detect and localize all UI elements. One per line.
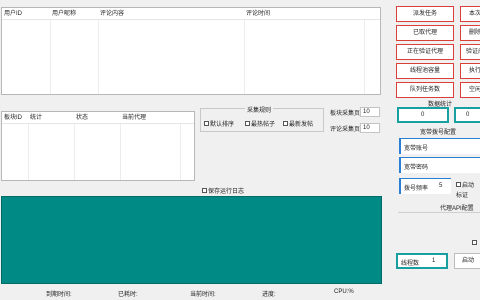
latest-posts-checkbox[interactable]: 最新发帖 — [283, 119, 313, 128]
thread-pool-button[interactable]: 线程池容量 — [396, 63, 454, 79]
post-task-button[interactable]: 派发任务 — [396, 6, 454, 22]
save-log-checkbox[interactable]: 保存运行日志 — [202, 186, 244, 195]
col-current-proxy[interactable]: 当前代理 — [120, 112, 180, 123]
got-proxy-button[interactable]: 已取代理 — [396, 25, 454, 41]
proxy-table-header: 板块ID 统计 状态 当前代理 — [2, 112, 194, 124]
cpu-label: CPU:% — [334, 289, 354, 295]
verifying-proxy-button[interactable]: 正在验证代理 — [396, 44, 454, 60]
queue-tasks-button[interactable]: 队列任务数 — [396, 82, 454, 98]
run-log-area[interactable] — [1, 196, 382, 284]
elapsed-label: 已耗时: — [118, 292, 138, 298]
comment-pages-input[interactable]: 10 — [360, 123, 380, 133]
password-label: 宽带密码 — [404, 165, 429, 171]
dial-frequency-value: 5 — [439, 183, 443, 189]
comments-table[interactable]: 用户ID 用户昵称 评论内容 评论时间 — [1, 7, 381, 95]
checkbox-box-icon — [472, 240, 477, 245]
data-stats-box-1: 0 — [397, 107, 449, 123]
default-sort-checkbox[interactable]: 默认排序 — [204, 119, 234, 128]
latest-posts-label: 最新发帖 — [289, 122, 314, 128]
data-stats-value-1: 0 — [421, 112, 425, 118]
run-time-label: 到期时间: — [46, 292, 72, 298]
start-button[interactable]: 启动 — [454, 253, 480, 269]
proxy-table-body — [2, 124, 194, 180]
threads-box: 线程数 1 — [396, 253, 448, 269]
block-pages-input[interactable]: 10 — [360, 107, 380, 117]
data-stats-box-2: 0 — [454, 107, 480, 123]
col-stats[interactable]: 统计 — [28, 112, 74, 123]
comments-table-body — [2, 20, 380, 94]
checkbox-box-icon — [245, 121, 250, 126]
col-block-id[interactable]: 板块ID — [2, 112, 28, 123]
data-stats-value-2: 0 — [466, 112, 470, 118]
auto-start-label: 启动 — [462, 183, 475, 189]
idle-button[interactable]: 空闲 — [460, 82, 480, 98]
progress-label: 进度: — [262, 292, 276, 298]
mark-label: 标证 — [456, 193, 469, 199]
account-config-title: 宽带拨号配置 — [420, 130, 457, 136]
col-user-nickname[interactable]: 用户昵称 — [50, 8, 98, 19]
proxy-api-checkbox[interactable] — [472, 240, 477, 245]
proxy-table[interactable]: 板块ID 统计 状态 当前代理 — [1, 111, 195, 181]
verify-success-button[interactable]: 验证成 — [460, 44, 480, 60]
dial-frequency-field[interactable]: 拨号频率 5 — [399, 178, 451, 194]
hot-posts-checkbox[interactable]: 最热帖子 — [245, 119, 275, 128]
status-bar: 到期时间: 已耗时: 当前时间: 进度: CPU:% — [0, 289, 480, 300]
comment-pages-label: 评论采集页 — [330, 127, 361, 133]
col-user-id[interactable]: 用户ID — [2, 8, 50, 19]
account-field[interactable]: 宽带账号 — [399, 138, 480, 154]
comments-table-header: 用户ID 用户昵称 评论内容 评论时间 — [2, 8, 380, 20]
collect-rules-title: 采集规则 — [245, 105, 274, 114]
current-time-label: 当前时间: — [190, 292, 216, 298]
proxy-api-area[interactable] — [398, 212, 480, 250]
account-label: 宽带账号 — [404, 146, 429, 152]
password-field[interactable]: 宽带密码 — [399, 157, 480, 173]
checkbox-box-icon — [202, 188, 207, 193]
proxy-api-title: 代理API配置 — [440, 206, 474, 212]
dial-frequency-label: 拨号频率 — [404, 186, 429, 192]
hot-posts-label: 最热帖子 — [251, 122, 276, 128]
auto-start-checkbox[interactable]: 启动 — [456, 180, 474, 189]
col-comment-content[interactable]: 评论内容 — [98, 8, 244, 19]
col-comment-time[interactable]: 评论时间 — [244, 8, 364, 19]
collect-rules-group: 采集规则 默认排序 最热帖子 最新发帖 — [200, 105, 324, 132]
block-pages-label: 板块采集页 — [330, 111, 361, 117]
checkbox-box-icon — [204, 121, 209, 126]
default-sort-label: 默认排序 — [210, 122, 235, 128]
delete-button[interactable]: 删除 — [460, 25, 480, 41]
running-button[interactable]: 执行 — [460, 63, 480, 79]
threads-value[interactable]: 1 — [432, 258, 435, 264]
this-time-button[interactable]: 本次 — [460, 6, 480, 22]
save-log-label: 保存运行日志 — [208, 189, 245, 195]
checkbox-box-icon — [283, 121, 288, 126]
threads-label: 线程数 — [401, 261, 420, 267]
col-status[interactable]: 状态 — [74, 112, 120, 123]
checkbox-box-icon — [456, 182, 461, 187]
